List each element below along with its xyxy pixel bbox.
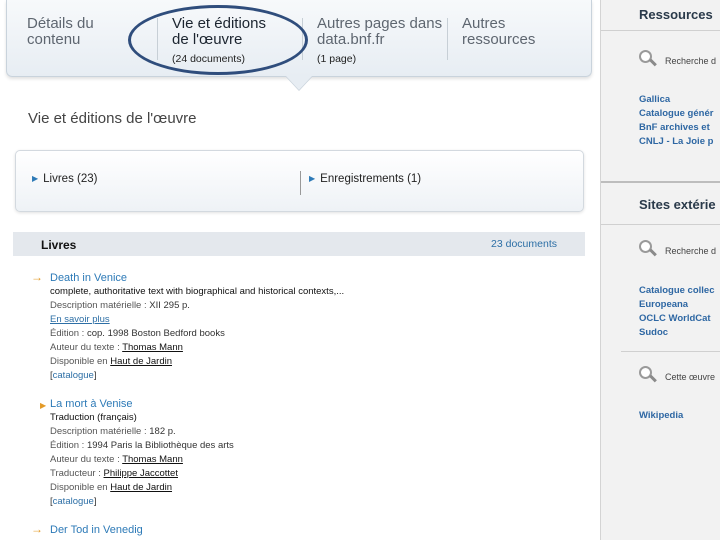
field-label: Description matérielle : [50, 426, 150, 437]
triangle-right-icon: ▶ [40, 401, 47, 410]
field-label: Description matérielle : [50, 300, 150, 311]
sidebar-search-work[interactable]: Cette œuvre [639, 366, 715, 384]
search-icon [639, 50, 657, 68]
record-subtitle: complete, authoritative text with biogra… [50, 286, 345, 297]
sidebar-search-external[interactable]: Recherche d [639, 240, 716, 258]
author-link[interactable]: Thomas Mann [122, 342, 183, 353]
list-header: Livres 23 documents [13, 232, 585, 256]
author-link[interactable]: Thomas Mann [122, 454, 183, 465]
list-count: 23 documents [491, 238, 557, 250]
tab-label-line2: de l'œuvre [172, 31, 243, 48]
sidebar-link-wikipedia[interactable]: Wikipedia [639, 410, 683, 421]
sidebar-link-sudoc[interactable]: Sudoc [639, 327, 668, 338]
field-value: 1994 Paris la Bibliothèque des arts [86, 440, 234, 451]
record-title[interactable]: Death in Venice [50, 271, 430, 285]
tab-divider [302, 18, 303, 60]
section-title: Vie et éditions de l'œuvre [28, 110, 197, 127]
sidebar-link-worldcat[interactable]: OCLC WorldCat [639, 313, 711, 324]
sidebar-link-cnlj[interactable]: CNLJ - La Joie p [639, 136, 713, 147]
field-label: Traducteur : [50, 468, 104, 479]
list-item: Death in Venice complete, authoritative … [50, 271, 430, 383]
divider [601, 30, 720, 31]
tab-count: (24 documents) [172, 53, 245, 65]
record-title[interactable]: La mort à Venise [50, 397, 430, 411]
tab-label-line1: Vie et éditions [172, 15, 266, 32]
tab-divider [447, 18, 448, 60]
filter-divider [300, 171, 301, 195]
tab-divider [157, 18, 158, 60]
tab-label-line2: contenu [27, 31, 81, 48]
sidebar-link-catalogue-collectif[interactable]: Catalogue collec [639, 285, 715, 296]
list-label: Livres [41, 238, 77, 252]
content-tabs: Détails du contenu Vie et éditions de l'… [6, 0, 592, 77]
tab-label-line1: Détails du [27, 15, 94, 32]
search-icon [639, 240, 657, 258]
more-link[interactable]: En savoir plus [50, 314, 110, 325]
location-link[interactable]: Haut de Jardin [110, 356, 172, 367]
catalogue-link[interactable]: catalogue [53, 496, 94, 507]
field-label: Édition : [50, 328, 87, 339]
main-content: Détails du contenu Vie et éditions de l'… [0, 0, 600, 540]
sidebar-link-gallica[interactable]: Gallica [639, 94, 670, 105]
sidebar-search-resources[interactable]: Recherche d [639, 50, 716, 68]
field-label: Disponible en [50, 482, 111, 493]
tab-label-line1: Autres pages dans [317, 15, 443, 32]
triangle-right-icon: ▶ [309, 174, 316, 183]
divider [601, 224, 720, 225]
sidebar-link-bnf-archives[interactable]: BnF archives et [639, 122, 710, 133]
tab-label-line2: data.bnf.fr [317, 31, 385, 48]
filter-box: ▶ Livres (23) ▶ Enregistrements (1) [15, 150, 584, 212]
sidebar-external-title: Sites extérie [639, 197, 716, 212]
tab-pointer [286, 76, 312, 90]
field-label: Auteur du texte : [50, 342, 123, 353]
list-item: La mort à Venise Traduction (français) D… [50, 397, 430, 509]
sidebar-link-catalogue[interactable]: Catalogue génér [639, 108, 713, 119]
search-label: Recherche d [665, 56, 717, 66]
tab-count: (1 page) [317, 53, 357, 65]
field-value: 182 p. [149, 426, 176, 437]
translator-link[interactable]: Philippe Jaccottet [104, 468, 178, 479]
arrow-right-icon: → [31, 270, 43, 284]
tab-label-line1: Autres [462, 15, 506, 32]
filter-recordings-label: Enregistrements (1) [320, 173, 422, 185]
arrow-right-icon: → [31, 522, 43, 536]
tab-content-details[interactable]: Détails du contenu [27, 16, 94, 48]
field-label: Disponible en [50, 356, 111, 367]
tab-label-line2: ressources [462, 31, 536, 48]
filter-books[interactable]: ▶ Livres (23) [32, 173, 97, 185]
field-label: Édition : [50, 440, 87, 451]
divider [601, 181, 720, 183]
list-item: Der Tod in Venedig [50, 523, 430, 537]
sidebar: Ressources Recherche d Gallica Catalogue… [600, 0, 720, 540]
catalogue-link[interactable]: catalogue [53, 370, 94, 381]
field-value: XII 295 p. [149, 300, 190, 311]
divider [621, 351, 720, 352]
search-label: Recherche d [665, 246, 717, 256]
field-value: cop. 1998 Boston Bedford books [86, 328, 225, 339]
tab-other-pages[interactable]: Autres pages dans data.bnf.fr (1 page) [317, 16, 442, 67]
tab-other-resources[interactable]: Autres ressources [462, 16, 535, 48]
sidebar-link-europeana[interactable]: Europeana [639, 299, 688, 310]
search-label: Cette œuvre [665, 372, 716, 382]
sidebar-resources-title: Ressources [639, 7, 713, 22]
filter-books-label: Livres (23) [43, 173, 98, 185]
field-label: Auteur du texte : [50, 454, 123, 465]
record-subtitle: Traduction (français) [50, 412, 137, 423]
triangle-right-icon: ▶ [32, 174, 39, 183]
filter-recordings[interactable]: ▶ Enregistrements (1) [309, 173, 421, 185]
tab-life-and-editions[interactable]: Vie et éditions de l'œuvre (24 documents… [172, 16, 266, 67]
location-link[interactable]: Haut de Jardin [110, 482, 172, 493]
search-icon [639, 366, 657, 384]
record-title[interactable]: Der Tod in Venedig [50, 523, 430, 537]
